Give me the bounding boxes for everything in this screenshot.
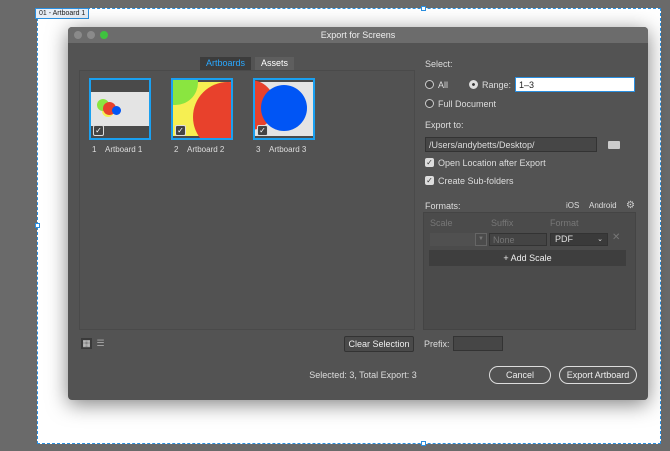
export-path-input[interactable] xyxy=(425,137,597,152)
export-to-label: Export to: xyxy=(425,120,464,130)
artboard-thumbnail[interactable]: ✓ xyxy=(89,78,151,140)
select-label: Select: xyxy=(425,59,453,69)
open-location-label: Open Location after Export xyxy=(438,158,546,168)
minimize-button[interactable] xyxy=(87,31,95,39)
radio-full-document-label: Full Document xyxy=(438,99,497,109)
checkbox-artboard-1[interactable]: ✓ xyxy=(93,125,104,136)
scale-dropdown-icon[interactable]: ▼ xyxy=(475,233,487,246)
tab-assets[interactable]: Assets xyxy=(255,57,295,70)
list-view-icon[interactable]: ☰ xyxy=(95,338,106,349)
artboard-label: 01 - Artboard 1 xyxy=(35,8,90,19)
tab-artboards[interactable]: Artboards xyxy=(200,57,252,70)
checkbox-artboard-2[interactable]: ✓ xyxy=(175,125,186,136)
export-dialog: Export for Screens Artboards Assets ✓ ✓ … xyxy=(68,27,648,400)
folder-icon[interactable] xyxy=(608,141,620,149)
checkbox-create-subfolders[interactable]: ✓ xyxy=(425,176,434,185)
create-subfolders-label: Create Sub-folders xyxy=(438,176,514,186)
checkbox-open-location[interactable]: ✓ xyxy=(425,158,434,167)
android-preset-button[interactable]: Android xyxy=(589,201,617,210)
close-button[interactable] xyxy=(74,31,82,39)
export-artboard-button[interactable]: Export Artboard xyxy=(559,366,637,384)
artboard-name: Artboard 3 xyxy=(269,145,307,154)
title-bar: Export for Screens xyxy=(68,27,648,43)
radio-all-label: All xyxy=(438,80,449,90)
radio-range-label: Range: xyxy=(482,80,512,90)
artboard-name: Artboard 1 xyxy=(105,145,143,154)
format-select[interactable]: PDF ⌄ xyxy=(550,233,608,246)
format-header: Format xyxy=(550,218,579,228)
chevron-down-icon: ⌄ xyxy=(597,236,603,243)
cancel-button[interactable]: Cancel xyxy=(489,366,551,384)
resize-handle[interactable] xyxy=(35,223,40,228)
artboard-thumbnail[interactable]: ✓ xyxy=(253,78,315,140)
format-value: PDF xyxy=(555,234,573,244)
range-input[interactable] xyxy=(515,77,635,92)
scale-header: Scale xyxy=(430,218,453,228)
add-scale-button[interactable]: + Add Scale xyxy=(429,250,626,266)
grid-view-icon[interactable]: ▦ xyxy=(81,338,92,349)
zoom-button[interactable] xyxy=(100,31,108,39)
gear-icon[interactable]: ⚙ xyxy=(626,201,635,211)
suffix-input[interactable] xyxy=(489,233,547,246)
radio-full-document[interactable] xyxy=(425,99,434,108)
remove-scale-icon[interactable]: ✕ xyxy=(612,232,620,243)
artboard-number: 1 xyxy=(92,145,97,154)
dialog-title: Export for Screens xyxy=(320,30,396,40)
scale-select[interactable] xyxy=(430,233,475,246)
artboard-thumbnail[interactable]: ✓ xyxy=(171,78,233,140)
suffix-header: Suffix xyxy=(491,218,514,228)
checkbox-artboard-3[interactable]: ✓ xyxy=(257,125,268,136)
resize-handle[interactable] xyxy=(421,6,426,11)
prefix-input[interactable] xyxy=(453,336,503,351)
prefix-label: Prefix: xyxy=(424,339,450,349)
ios-preset-button[interactable]: iOS xyxy=(566,201,579,210)
artboard-number: 3 xyxy=(256,145,261,154)
clear-selection-button[interactable]: Clear Selection xyxy=(344,336,414,352)
resize-handle[interactable] xyxy=(421,441,426,446)
formats-label: Formats: xyxy=(425,201,461,211)
artboard-number: 2 xyxy=(174,145,179,154)
radio-range[interactable] xyxy=(469,80,478,89)
export-status: Selected: 3, Total Export: 3 xyxy=(309,370,417,380)
radio-all[interactable] xyxy=(425,80,434,89)
artboard-name: Artboard 2 xyxy=(187,145,225,154)
formats-panel xyxy=(423,212,636,330)
